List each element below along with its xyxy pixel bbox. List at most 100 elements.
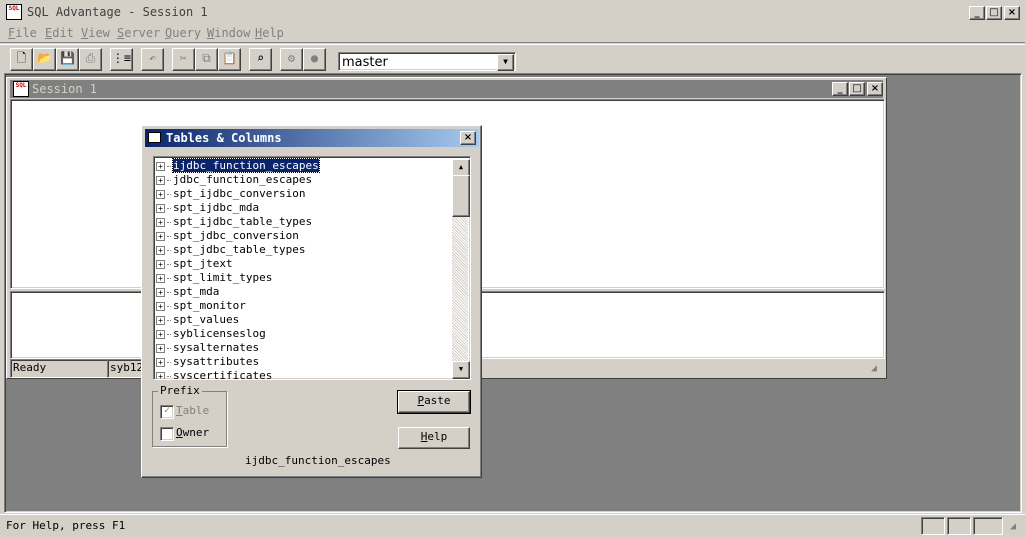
owner-checkbox[interactable] xyxy=(160,427,174,441)
close-button[interactable]: × xyxy=(1004,6,1020,20)
tree-item[interactable]: + spt_values xyxy=(156,313,239,327)
tables-columns-dialog: Tables & Columns × + ijdbc_function_escap… xyxy=(141,125,482,478)
menu-bar: File Edit View Server Query Window Help xyxy=(0,25,1025,43)
owner-checkbox-label: Owner xyxy=(176,426,210,439)
table-checkbox-label: Table xyxy=(176,404,210,417)
tree-connector xyxy=(167,291,171,293)
tree-item-label: spt_ijdbc_table_types xyxy=(173,215,313,228)
tree-item[interactable]: + spt_ijdbc_mda xyxy=(156,201,259,215)
expand-plus-icon[interactable]: + xyxy=(156,189,165,199)
print-icon[interactable]: ⎙ xyxy=(79,48,102,71)
menu-server[interactable]: Server xyxy=(117,26,160,40)
session-title: Session 1 xyxy=(32,82,98,96)
tree-item[interactable]: + sysalternates xyxy=(156,341,259,355)
help-button[interactable]: Help xyxy=(398,427,470,449)
tree-item[interactable]: + spt_limit_types xyxy=(156,271,272,285)
resize-grip-icon[interactable]: ◢ xyxy=(871,363,877,374)
tree-item-label: spt_jdbc_table_types xyxy=(173,243,306,256)
tree-connector xyxy=(167,375,171,377)
minimize-button[interactable]: _ xyxy=(969,6,985,20)
find-icon[interactable]: ⌕ xyxy=(249,48,272,71)
tree-item[interactable]: + ijdbc_function_escapes xyxy=(156,158,320,173)
expand-plus-icon[interactable]: + xyxy=(156,245,165,255)
expand-plus-icon[interactable]: + xyxy=(156,217,165,227)
chevron-down-icon[interactable]: ▼ xyxy=(497,54,514,71)
status-indicator-3 xyxy=(973,517,1003,535)
tree-item[interactable]: + spt_monitor xyxy=(156,299,246,313)
tree-item[interactable]: + spt_ijdbc_conversion xyxy=(156,187,305,201)
session-caption: SQL Session 1 _ □ × xyxy=(10,80,883,98)
tree-item-label: spt_monitor xyxy=(173,299,246,312)
prefix-label: Prefix xyxy=(158,384,202,397)
expand-plus-icon[interactable]: + xyxy=(156,175,165,185)
open-folder-icon[interactable]: 📂 xyxy=(33,48,56,71)
table-checkbox[interactable]: ✓ xyxy=(160,405,174,419)
tree-item[interactable]: + spt_ijdbc_table_types xyxy=(156,215,312,229)
menu-view[interactable]: View xyxy=(81,26,110,40)
expand-plus-icon[interactable]: + xyxy=(156,203,165,213)
expand-plus-icon[interactable]: + xyxy=(156,343,165,353)
session-restore-button[interactable]: □ xyxy=(849,82,865,96)
tree-item-label: spt_ijdbc_mda xyxy=(173,201,260,214)
expand-plus-icon[interactable]: + xyxy=(156,231,165,241)
tree-item[interactable]: + spt_jtext xyxy=(156,257,233,271)
expand-plus-icon[interactable]: + xyxy=(156,273,165,283)
expand-plus-icon[interactable]: + xyxy=(156,287,165,297)
session-status-ready: Ready xyxy=(10,359,109,378)
dialog-caption: Tables & Columns × xyxy=(145,129,479,147)
menu-window[interactable]: Window xyxy=(207,26,250,40)
status-indicator-2 xyxy=(947,517,971,535)
paste-button[interactable]: Paste xyxy=(397,390,471,414)
table-tree[interactable]: + ijdbc_function_escapes + jdbc_function_es… xyxy=(153,156,471,380)
vertical-scrollbar[interactable]: ▲ ▼ xyxy=(452,159,470,379)
tree-item[interactable]: + spt_mda xyxy=(156,285,219,299)
expand-plus-icon[interactable]: + xyxy=(156,371,165,379)
dialog-window-icon xyxy=(148,132,161,143)
undo-icon[interactable]: ↶ xyxy=(141,48,164,71)
session-close-button[interactable]: × xyxy=(867,82,883,96)
expand-plus-icon[interactable]: + xyxy=(156,357,165,367)
scroll-thumb[interactable] xyxy=(452,175,470,217)
tree-connector xyxy=(167,305,171,307)
window-title: SQL Advantage - Session 1 xyxy=(27,5,208,19)
tree-item[interactable]: + sysattributes xyxy=(156,355,259,369)
expand-plus-icon[interactable]: + xyxy=(156,329,165,339)
tree-item[interactable]: + syscertificates xyxy=(156,369,272,379)
session-minimize-button[interactable]: _ xyxy=(832,82,848,96)
new-file-icon[interactable]: 🗋 xyxy=(10,48,33,71)
save-icon[interactable]: 💾 xyxy=(56,48,79,71)
menu-edit[interactable]: Edit xyxy=(45,26,74,40)
database-select[interactable]: master ▼ xyxy=(338,52,516,71)
tree-item[interactable]: + spt_jdbc_table_types xyxy=(156,243,305,257)
tree-connector xyxy=(167,165,171,167)
tree-item[interactable]: + syblicenseslog xyxy=(156,327,266,341)
menu-query[interactable]: Query xyxy=(165,26,201,40)
expand-plus-icon[interactable]: + xyxy=(156,161,165,171)
paste-icon[interactable]: 📋 xyxy=(218,48,241,71)
tree-item[interactable]: + jdbc_function_escapes xyxy=(156,173,312,187)
tree-connector xyxy=(167,207,171,209)
dialog-title: Tables & Columns xyxy=(166,131,282,145)
dialog-close-button[interactable]: × xyxy=(460,131,476,145)
restore-button[interactable]: □ xyxy=(986,6,1002,20)
tree-item[interactable]: + spt_jdbc_conversion xyxy=(156,229,299,243)
tree-item-label: jdbc_function_escapes xyxy=(173,173,313,186)
cut-icon[interactable]: ✂ xyxy=(172,48,195,71)
stop-icon[interactable]: ● xyxy=(303,48,326,71)
expand-plus-icon[interactable]: + xyxy=(156,301,165,311)
menu-file[interactable]: File xyxy=(8,26,37,40)
tree-connector xyxy=(167,277,171,279)
title-bar: SQL SQL Advantage - Session 1 _ □ × xyxy=(0,0,1025,25)
app-icon[interactable]: SQL xyxy=(6,4,22,20)
status-resize-grip-icon[interactable]: ◢ xyxy=(1010,521,1016,532)
expand-plus-icon[interactable]: + xyxy=(156,259,165,269)
tree-item-label: spt_limit_types xyxy=(173,271,273,284)
tree-item-label: spt_values xyxy=(173,313,240,326)
connect-icon[interactable]: ⋮≡ xyxy=(110,48,133,71)
menu-help[interactable]: Help xyxy=(255,26,284,40)
execute-icon[interactable]: ⚙ xyxy=(280,48,303,71)
copy-icon[interactable]: ⧉ xyxy=(195,48,218,71)
expand-plus-icon[interactable]: + xyxy=(156,315,165,325)
database-value: master xyxy=(342,55,388,70)
scroll-down-icon[interactable]: ▼ xyxy=(452,361,470,379)
